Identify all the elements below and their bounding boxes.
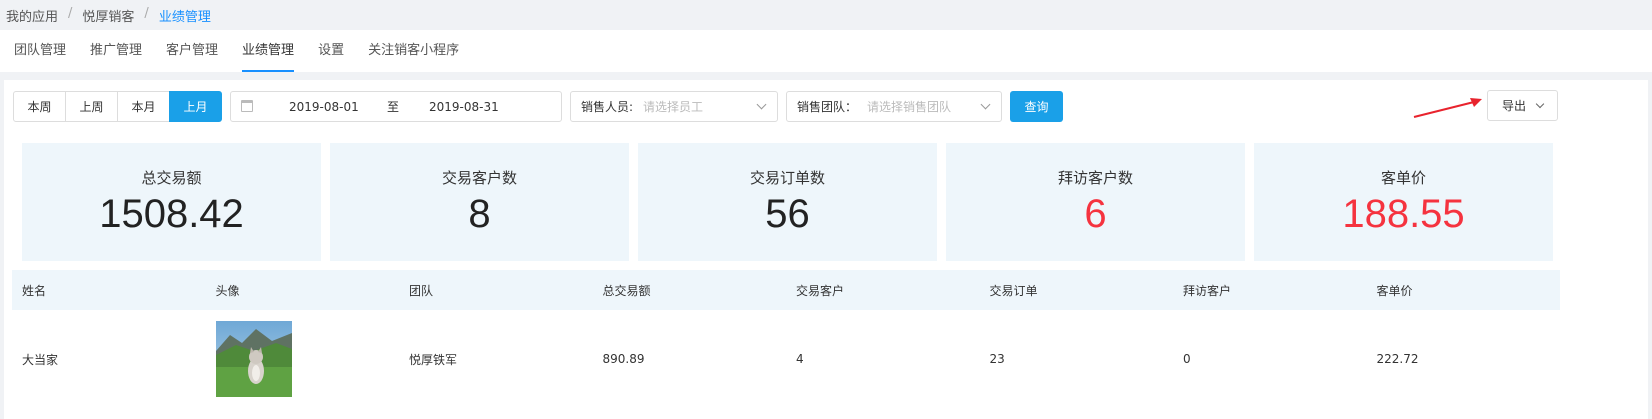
breadcrumb-item-app[interactable]: 悦厚销客 [82,6,134,25]
sales-person-select[interactable]: 销售人员: 请选择员工 [570,91,778,122]
stat-label: 拜访客户数 [1057,169,1133,187]
tab-settings[interactable]: 设置 [306,30,356,72]
sales-team-select[interactable]: 销售团队： 请选择销售团队 [786,91,1002,122]
stat-card-unit-price: 客单价 188.55 [1254,143,1553,261]
chevron-down-icon [980,99,991,110]
column-header-avatar: 头像 [215,283,240,298]
stat-card-total-sales: 总交易额 1508.42 [22,143,321,261]
query-button[interactable]: 查询 [1010,91,1063,122]
table-header: 姓名 头像 团队 总交易额 交易客户 交易订单 拜访客户 客单价 [12,270,1560,310]
column-header-unit-price: 客单价 [1376,283,1413,298]
column-header-name: 姓名 [22,283,47,298]
breadcrumb-item-current: 业绩管理 [158,10,211,25]
cell-total: 890.89 [602,352,645,366]
breadcrumb-separator: / [68,6,73,21]
performance-table: 姓名 头像 团队 总交易额 交易客户 交易订单 拜访客户 客单价 大当家 悦厚铁… [12,270,1560,408]
cell-orders: 23 [989,352,1005,366]
stat-value: 56 [765,192,810,236]
sales-team-placeholder: 请选择销售团队 [867,100,952,114]
sales-team-label: 销售团队： [797,100,858,114]
date-start-field[interactable]: 2019-08-01 [289,100,359,114]
sales-person-placeholder: 请选择员工 [643,100,704,114]
date-range-separator: 至 [387,100,400,114]
tab-promotion[interactable]: 推广管理 [78,30,154,72]
stat-label: 交易客户数 [441,169,517,187]
cell-visits: 0 [1183,352,1191,366]
date-end-field[interactable]: 2019-08-31 [429,100,499,114]
tab-follow-miniprogram[interactable]: 关注销客小程序 [356,30,471,72]
period-this-week-button[interactable]: 本周 [13,91,66,122]
column-header-team: 团队 [409,283,434,298]
calendar-icon [241,100,253,112]
cell-name: 大当家 [22,352,59,367]
tab-customers[interactable]: 客户管理 [154,30,230,72]
cell-team: 悦厚铁军 [409,352,458,367]
cell-customers: 4 [796,352,804,366]
chevron-down-icon [1535,99,1545,109]
stat-card-trade-orders: 交易订单数 56 [638,143,937,261]
cell-avatar [206,321,400,397]
stat-label: 交易订单数 [749,169,825,187]
period-last-week-button[interactable]: 上周 [65,91,118,122]
chevron-down-icon [756,99,767,110]
export-button[interactable]: 导出 [1487,90,1558,121]
sales-person-label: 销售人员: [581,100,634,114]
stat-value: 1508.42 [99,192,244,236]
breadcrumb-item-apps[interactable]: 我的应用 [6,6,58,25]
stat-value: 6 [1084,192,1107,236]
column-header-visits: 拜访客户 [1183,283,1232,298]
avatar [215,321,292,397]
period-selector: 本周 上周 本月 上月 [13,91,222,122]
export-label: 导出 [1502,99,1527,113]
column-header-orders: 交易订单 [989,283,1038,298]
breadcrumb: 我的应用 / 悦厚销客 / 业绩管理 [6,6,211,25]
stat-card-visit-customers: 拜访客户数 6 [946,143,1245,261]
date-range-picker[interactable]: 2019-08-01 至 2019-08-31 [230,91,562,122]
stat-value: 188.55 [1342,192,1465,236]
period-last-month-button[interactable]: 上月 [169,91,222,122]
stat-value: 8 [468,192,491,236]
cell-unit-price: 222.72 [1376,352,1419,366]
stat-label: 总交易额 [141,169,202,187]
stat-card-trade-customers: 交易客户数 8 [330,143,629,261]
arrow-annotation-icon [1413,98,1482,118]
tab-team[interactable]: 团队管理 [0,30,78,72]
tab-performance[interactable]: 业绩管理 [230,30,306,72]
stats-cards: 总交易额 1508.42 交易客户数 8 交易订单数 56 拜访客户数 6 客单… [22,143,1553,261]
column-header-customers: 交易客户 [796,283,845,298]
period-this-month-button[interactable]: 本月 [117,91,170,122]
performance-panel: 本周 上周 本月 上月 2019-08-01 至 2019-08-31 销售人员… [4,80,1648,419]
column-header-total: 总交易额 [602,283,651,298]
stat-label: 客单价 [1380,169,1426,187]
table-row: 大当家 悦厚铁军 890.89 4 23 0 222.72 [12,310,1560,408]
tab-bar: 团队管理 推广管理 客户管理 业绩管理 设置 关注销客小程序 [0,30,1652,72]
breadcrumb-separator: / [144,6,149,21]
